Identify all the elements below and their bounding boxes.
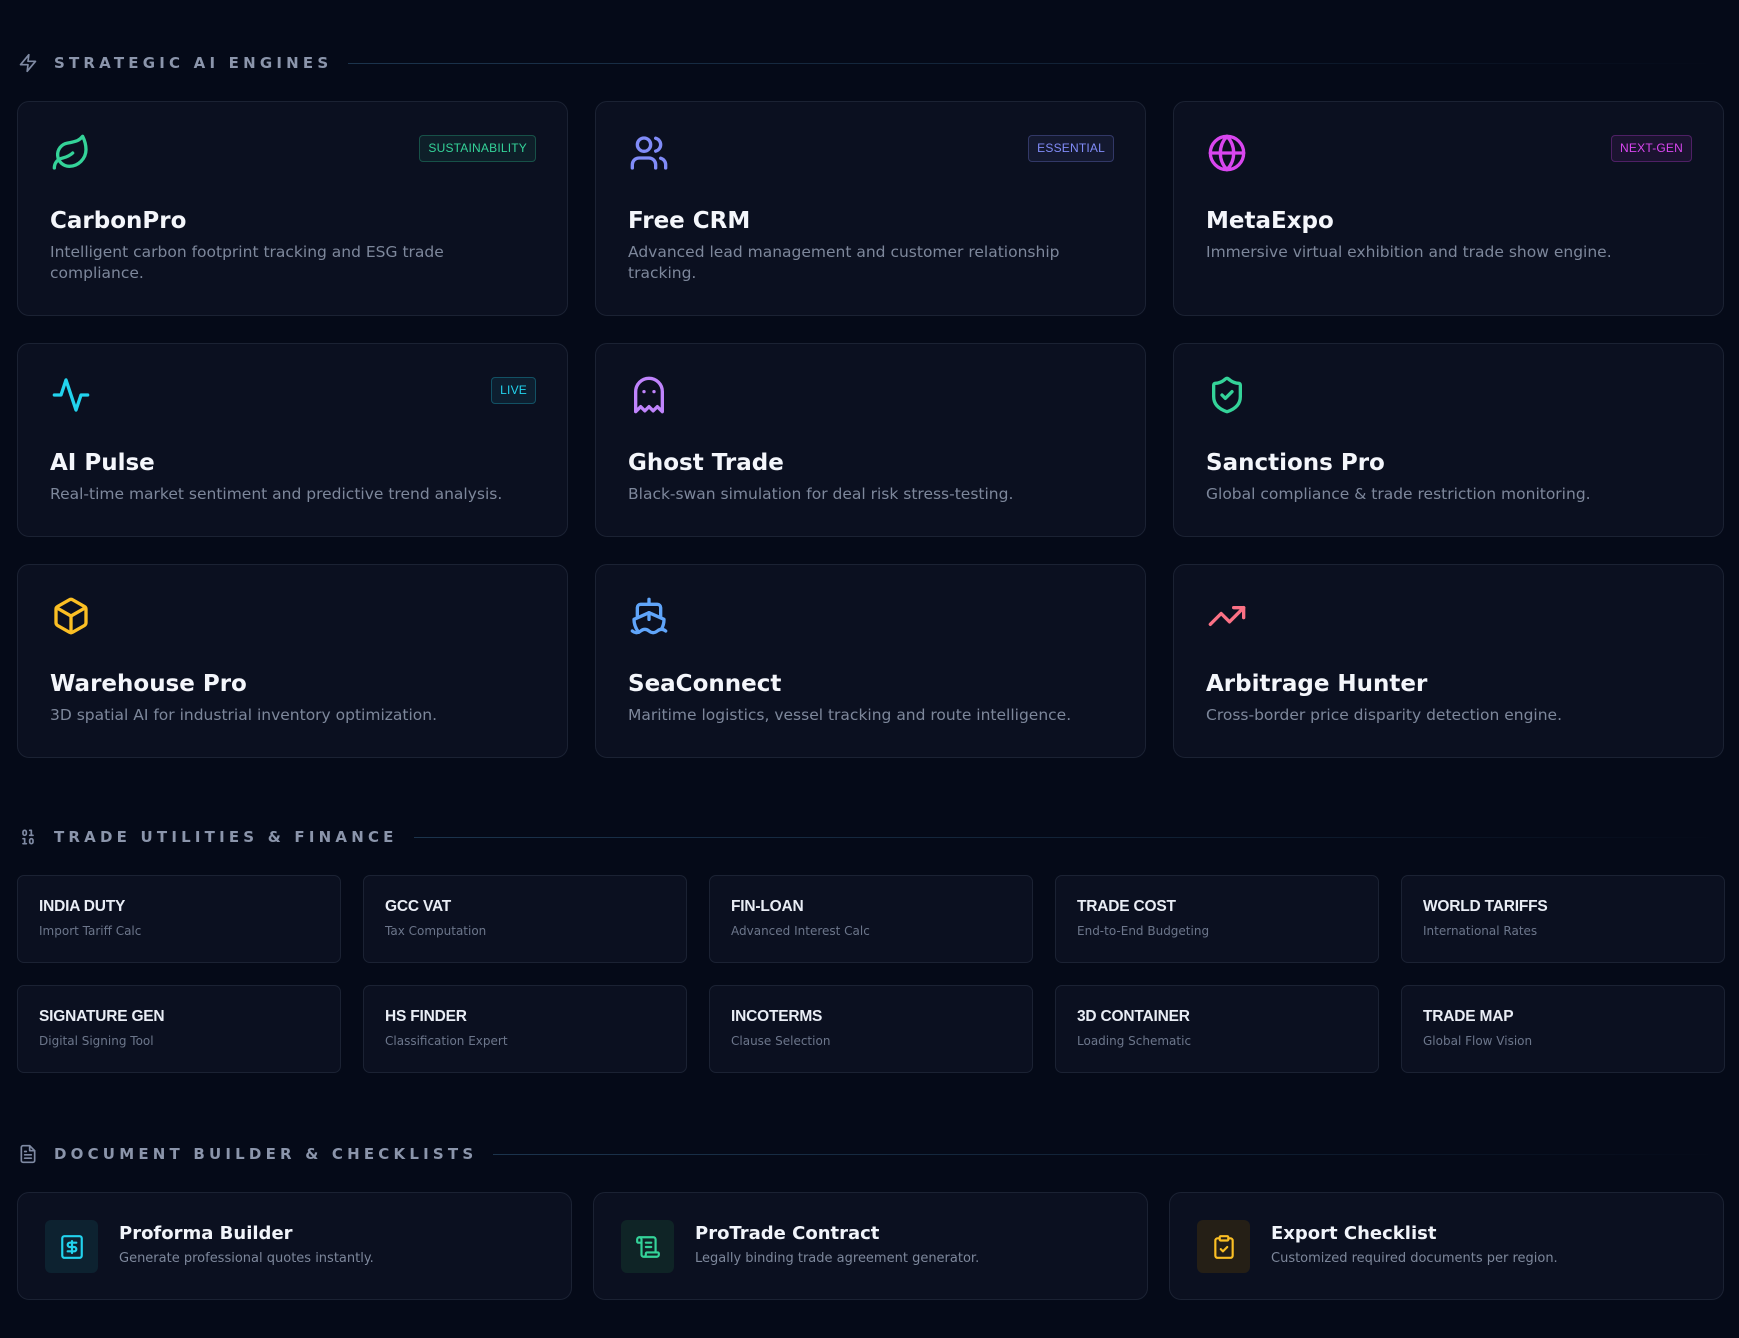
utility-title: INCOTERMS: [731, 1008, 823, 1025]
utility-subtitle: End-to-End Budgeting: [1077, 924, 1210, 938]
engine-card-arbitrage-hunter[interactable]: Arbitrage Hunter Cross-border price dispa…: [1173, 564, 1724, 758]
utility-title: TRADE COST: [1077, 898, 1176, 915]
file-text-icon: [17, 1143, 39, 1165]
engine-badge: NEXT-GEN: [1611, 135, 1692, 162]
activity-icon: [50, 374, 92, 416]
document-title: Proforma Builder: [119, 1223, 293, 1244]
engine-card-carbonpro[interactable]: SUSTAINABILITY CarbonPro Intelligent carbo…: [17, 101, 568, 316]
engine-card-metaexpo[interactable]: NEXT-GEN MetaExpo Immersive virtual exhibi…: [1173, 101, 1724, 316]
engine-description: 3D spatial AI for industrial inventory o…: [50, 706, 438, 724]
ghost-icon: [628, 374, 670, 416]
document-subtitle: Generate professional quotes instantly.: [119, 1251, 374, 1266]
utility-card-signature-gen[interactable]: SIGNATURE GEN Digital Signing Tool: [17, 985, 341, 1073]
utility-card-gcc-vat[interactable]: GCC VAT Tax Computation: [363, 875, 687, 963]
leaf-icon: [50, 132, 92, 174]
trending-up-icon: [1206, 595, 1248, 637]
engine-name: MetaExpo: [1206, 208, 1334, 234]
engine-card-ai-pulse[interactable]: LIVE AI Pulse Real-time market sentiment a…: [17, 343, 568, 537]
engine-name: Ghost Trade: [628, 450, 784, 476]
utility-subtitle: International Rates: [1423, 924, 1538, 938]
receipt-icon: [45, 1220, 98, 1273]
engine-grid: SUSTAINABILITY CarbonPro Intelligent carbo…: [17, 101, 1724, 758]
utility-card-3d-container[interactable]: 3D CONTAINER Loading Schematic: [1055, 985, 1379, 1073]
engine-description: Maritime logistics, vessel tracking and …: [628, 706, 1072, 724]
utility-subtitle: Loading Schematic: [1077, 1034, 1192, 1048]
engine-description: Black-swan simulation for deal risk stre…: [628, 485, 1014, 503]
engine-name: Arbitrage Hunter: [1206, 671, 1428, 697]
utility-title: GCC VAT: [385, 898, 452, 915]
engine-card-free-crm[interactable]: ESSENTIAL Free CRM Advanced lead managemen…: [595, 101, 1146, 316]
utility-title: INDIA DUTY: [39, 898, 126, 915]
users-icon: [628, 132, 670, 174]
engine-description: Global compliance & trade restriction mo…: [1206, 485, 1591, 503]
utility-title: 3D CONTAINER: [1077, 1008, 1190, 1025]
engine-badge: LIVE: [491, 377, 536, 404]
utility-subtitle: Tax Computation: [385, 924, 487, 938]
engine-badge: SUSTAINABILITY: [419, 135, 536, 162]
utility-card-fin-loan[interactable]: FIN-LOAN Advanced Interest Calc: [709, 875, 1033, 963]
section-header-engines: STRATEGIC AI ENGINES: [17, 48, 1723, 78]
engine-description: Advanced lead management and customer re…: [628, 243, 1060, 282]
document-card-protrade-contract[interactable]: ProTrade Contract Legally binding trade a…: [593, 1192, 1148, 1300]
utility-subtitle: Import Tariff Calc: [39, 924, 142, 938]
engine-name: CarbonPro: [50, 208, 187, 234]
section-divider: [348, 62, 1723, 64]
utility-title: SIGNATURE GEN: [39, 1008, 165, 1025]
section-header-documents: DOCUMENT BUILDER & CHECKLISTS: [17, 1139, 1723, 1169]
globe-icon: [1206, 132, 1248, 174]
engine-name: AI Pulse: [50, 450, 155, 476]
engine-name: Warehouse Pro: [50, 671, 247, 697]
engine-name: SeaConnect: [628, 671, 782, 697]
utility-card-incoterms[interactable]: INCOTERMS Clause Selection: [709, 985, 1033, 1073]
section-header-utilities: TRADE UTILITIES & FINANCE: [17, 822, 1723, 852]
section-title: DOCUMENT BUILDER & CHECKLISTS: [54, 1145, 478, 1163]
ship-icon: [628, 595, 670, 637]
utility-subtitle: Global Flow Vision: [1423, 1034, 1533, 1048]
engine-badge: ESSENTIAL: [1028, 135, 1114, 162]
engine-name: Sanctions Pro: [1206, 450, 1385, 476]
utility-card-india-duty[interactable]: INDIA DUTY Import Tariff Calc: [17, 875, 341, 963]
utility-title: FIN-LOAN: [731, 898, 804, 915]
engine-description: Cross-border price disparity detection e…: [1206, 706, 1563, 724]
shield-check-icon: [1206, 374, 1248, 416]
utility-card-trade-cost[interactable]: TRADE COST End-to-End Budgeting: [1055, 875, 1379, 963]
utility-card-hs-finder[interactable]: HS FINDER Classification Expert: [363, 985, 687, 1073]
document-title: ProTrade Contract: [695, 1223, 880, 1244]
scroll-icon: [621, 1220, 674, 1273]
utility-card-trade-map[interactable]: TRADE MAP Global Flow Vision: [1401, 985, 1725, 1073]
engine-card-warehouse-pro[interactable]: Warehouse Pro 3D spatial AI for industria…: [17, 564, 568, 758]
section-divider: [413, 836, 1723, 838]
document-title: Export Checklist: [1271, 1223, 1437, 1244]
document-subtitle: Legally binding trade agreement generato…: [695, 1251, 980, 1266]
utility-title: WORLD TARIFFS: [1423, 898, 1548, 915]
section-title: TRADE UTILITIES & FINANCE: [54, 828, 398, 846]
document-card-proforma-builder[interactable]: Proforma Builder Generate professional qu…: [17, 1192, 572, 1300]
box-icon: [50, 595, 92, 637]
engine-name: Free CRM: [628, 208, 751, 234]
engine-description: Real-time market sentiment and predictiv…: [50, 485, 503, 503]
document-card-export-checklist[interactable]: Export Checklist Customized required docu…: [1169, 1192, 1724, 1300]
clipboard-check-icon: [1197, 1220, 1250, 1273]
utility-subtitle: Classification Expert: [385, 1034, 508, 1048]
utility-subtitle: Clause Selection: [731, 1034, 831, 1048]
zap-icon: [17, 52, 39, 74]
engine-card-ghost-trade[interactable]: Ghost Trade Black-swan simulation for dea…: [595, 343, 1146, 537]
utility-title: TRADE MAP: [1423, 1008, 1514, 1025]
binary-icon: [17, 826, 39, 848]
section-divider: [493, 1153, 1723, 1155]
document-subtitle: Customized required documents per region…: [1271, 1251, 1558, 1266]
utility-grid: INDIA DUTY Import Tariff Calc GCC VAT Tax C…: [17, 875, 1725, 1073]
page: STRATEGIC AI ENGINES SUSTAINABILITY Carbo…: [17, 0, 1725, 1338]
engine-card-sanctions-pro[interactable]: Sanctions Pro Global compliance & trade r…: [1173, 343, 1724, 537]
utility-subtitle: Digital Signing Tool: [39, 1034, 154, 1048]
engine-card-seaconnect[interactable]: SeaConnect Maritime logistics, vessel tra…: [595, 564, 1146, 758]
section-title: STRATEGIC AI ENGINES: [54, 54, 333, 72]
document-grid: Proforma Builder Generate professional qu…: [17, 1192, 1724, 1300]
engine-description: Intelligent carbon footprint tracking an…: [50, 243, 444, 282]
engine-description: Immersive virtual exhibition and trade s…: [1206, 243, 1612, 261]
utility-title: HS FINDER: [385, 1008, 467, 1025]
utility-subtitle: Advanced Interest Calc: [731, 924, 870, 938]
utility-card-world-tariffs[interactable]: WORLD TARIFFS International Rates: [1401, 875, 1725, 963]
